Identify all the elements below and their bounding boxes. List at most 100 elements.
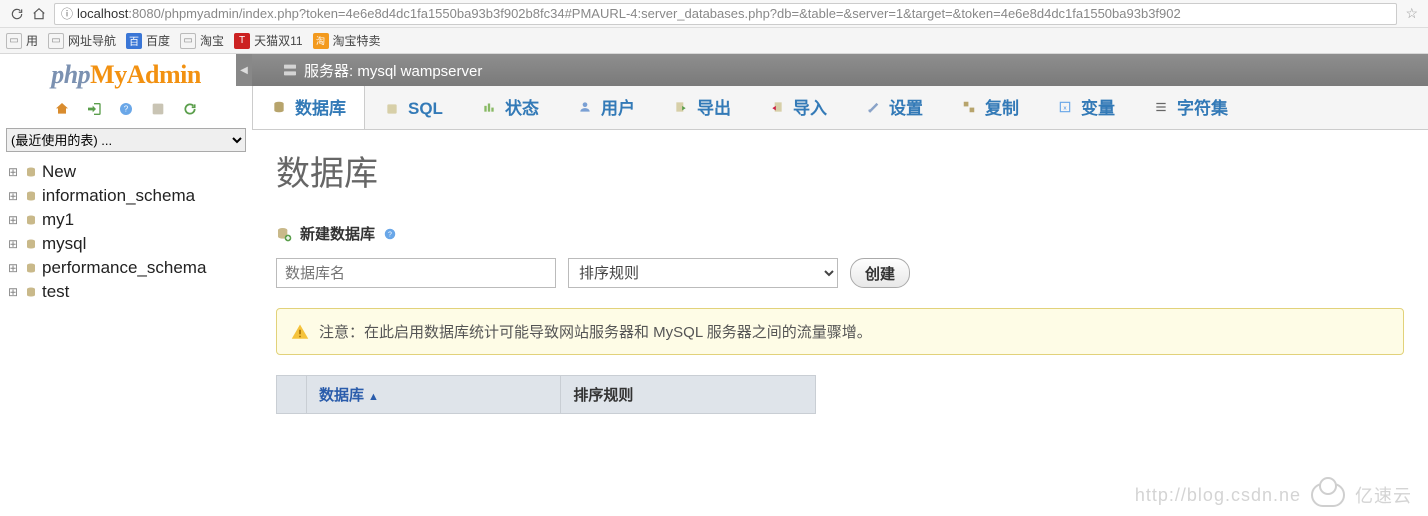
th-checkbox[interactable] xyxy=(277,376,307,414)
bookmark-item[interactable]: ▭ 淘宝 xyxy=(180,32,224,49)
content-area: 数据库 新建数据库 ? 排序规则 创建 注意：在此启用数据库统计可能导 xyxy=(252,130,1428,430)
tree-node[interactable]: ⊞performance_schema xyxy=(2,256,250,280)
watermark-url: http://blog.csdn.ne xyxy=(1135,485,1301,506)
expand-icon[interactable]: ⊞ xyxy=(6,285,20,299)
db-icon xyxy=(24,261,38,275)
recent-dropdown[interactable]: (最近使用的表) ... xyxy=(6,128,246,152)
node-label: my1 xyxy=(42,210,74,230)
export-icon xyxy=(673,99,689,115)
tab-export[interactable]: 导出 xyxy=(654,83,750,129)
reload-icon[interactable] xyxy=(181,100,199,118)
tree-node[interactable]: ⊞ test xyxy=(2,280,250,304)
replication-icon xyxy=(961,99,977,115)
bookmark-item[interactable]: ▭ 网址导航 xyxy=(48,32,116,49)
notice-text: 注意：在此启用数据库统计可能导致网站服务器和 MySQL 服务器之间的流量骤增。 xyxy=(319,321,872,342)
help-icon[interactable]: ? xyxy=(383,227,397,241)
url-path: /phpmyadmin/index.php?token=4e6e8d4dc1fa… xyxy=(161,6,1181,21)
tab-charsets[interactable]: 字符集 xyxy=(1134,83,1247,129)
db-icon xyxy=(24,237,38,251)
phpmyadmin-logo[interactable]: phpMyAdmin xyxy=(0,54,252,94)
tab-sql[interactable]: SQL xyxy=(365,88,462,129)
tab-label: SQL xyxy=(408,99,443,119)
tree-node[interactable]: ⊞ mysql xyxy=(2,232,250,256)
database-tree: ⊞New ⊞ information_schema ⊞ my1 ⊞ mysql ⊞pe… xyxy=(0,156,252,308)
home-icon[interactable] xyxy=(28,3,50,25)
address-bar[interactable]: ⓘ localhost:8080/phpmyadmin/index.php?to… xyxy=(54,3,1397,25)
db-name-input[interactable] xyxy=(276,258,556,288)
bookmark-item[interactable]: 淘 淘宝特卖 xyxy=(313,32,381,49)
collation-select[interactable]: 排序规则 xyxy=(568,258,838,288)
main-panel: ◀ 服务器: mysql wampserver 数据库 SQL 状态 用户 导出… xyxy=(252,54,1428,516)
tab-status[interactable]: 状态 xyxy=(462,83,558,129)
settings-icon xyxy=(865,99,881,115)
import-icon xyxy=(769,99,785,115)
tab-label: 导入 xyxy=(793,94,827,119)
warning-icon xyxy=(291,323,309,341)
node-label: information_schema xyxy=(42,186,195,206)
warning-notice: 注意：在此启用数据库统计可能导致网站服务器和 MySQL 服务器之间的流量骤增。 xyxy=(276,308,1404,355)
new-db-icon xyxy=(276,226,292,242)
sql-icon xyxy=(384,101,400,117)
th-collation[interactable]: 排序规则 xyxy=(561,376,816,414)
db-icon xyxy=(24,189,38,203)
tab-label: 字符集 xyxy=(1177,94,1228,119)
server-breadcrumb: ◀ 服务器: mysql wampserver xyxy=(252,54,1428,86)
charset-icon xyxy=(1153,99,1169,115)
reload-icon[interactable] xyxy=(6,3,28,25)
sidebar-quick-icons: ? xyxy=(0,94,252,124)
bookmark-label: 天猫双11 xyxy=(254,32,302,49)
create-db-label: 新建数据库 xyxy=(300,223,375,244)
db-icon xyxy=(24,165,38,179)
tab-label: 复制 xyxy=(985,94,1019,119)
tab-databases[interactable]: 数据库 xyxy=(252,83,365,129)
taobao-icon: 淘 xyxy=(313,33,329,49)
main-tabs: 数据库 SQL 状态 用户 导出 导入 设置 复制 x 变量 字符集 xyxy=(252,86,1428,130)
create-db-form: 排序规则 创建 xyxy=(276,258,1404,288)
databases-table: 数据库▲ 排序规则 xyxy=(276,375,816,414)
tab-variables[interactable]: x 变量 xyxy=(1038,83,1134,129)
server-label[interactable]: 服务器: mysql wampserver xyxy=(304,60,482,81)
tree-node[interactable]: ⊞ information_schema xyxy=(2,184,250,208)
url-host: localhost xyxy=(77,6,128,21)
svg-text:?: ? xyxy=(388,231,392,238)
db-icon xyxy=(271,99,287,115)
tab-settings[interactable]: 设置 xyxy=(846,83,942,129)
bookmark-star-icon[interactable]: ☆ xyxy=(1401,5,1422,22)
th-database[interactable]: 数据库▲ xyxy=(307,376,561,414)
url-port: :8080 xyxy=(128,6,161,21)
page-icon: ▭ xyxy=(6,33,22,49)
expand-icon[interactable]: ⊞ xyxy=(6,213,20,227)
tree-node-new[interactable]: ⊞New xyxy=(2,160,250,184)
bookmark-label: 百度 xyxy=(146,32,170,49)
logout-icon[interactable] xyxy=(85,100,103,118)
expand-icon[interactable]: ⊞ xyxy=(6,261,20,275)
bookmark-item[interactable]: T 天猫双11 xyxy=(234,32,302,49)
tab-users[interactable]: 用户 xyxy=(558,83,654,129)
browser-toolbar: ⓘ localhost:8080/phpmyadmin/index.php?to… xyxy=(0,0,1428,28)
tab-replication[interactable]: 复制 xyxy=(942,83,1038,129)
db-icon xyxy=(24,213,38,227)
tab-label: 变量 xyxy=(1081,94,1115,119)
tree-node[interactable]: ⊞ my1 xyxy=(2,208,250,232)
bookmark-item[interactable]: 百 百度 xyxy=(126,32,170,49)
site-info-icon[interactable]: ⓘ xyxy=(61,5,73,22)
collapse-sidebar-icon[interactable]: ◀ xyxy=(236,54,252,86)
page-icon: ▭ xyxy=(180,33,196,49)
bookmark-label: 淘宝 xyxy=(200,32,224,49)
svg-text:x: x xyxy=(1063,105,1067,111)
status-icon xyxy=(481,99,497,115)
tab-import[interactable]: 导入 xyxy=(750,83,846,129)
node-label: mysql xyxy=(42,234,86,254)
help-icon[interactable]: ? xyxy=(117,100,135,118)
vars-icon: x xyxy=(1057,99,1073,115)
recent-tables-select[interactable]: (最近使用的表) ... xyxy=(6,128,246,152)
create-button[interactable]: 创建 xyxy=(850,258,910,288)
expand-icon[interactable]: ⊞ xyxy=(6,189,20,203)
node-label: test xyxy=(42,282,69,302)
sql-icon[interactable] xyxy=(149,100,167,118)
expand-icon[interactable]: ⊞ xyxy=(6,165,20,179)
expand-icon[interactable]: ⊞ xyxy=(6,237,20,251)
tmall-icon: T xyxy=(234,33,250,49)
home-icon[interactable] xyxy=(53,100,71,118)
bookmark-item[interactable]: ▭ 用 xyxy=(6,32,38,49)
